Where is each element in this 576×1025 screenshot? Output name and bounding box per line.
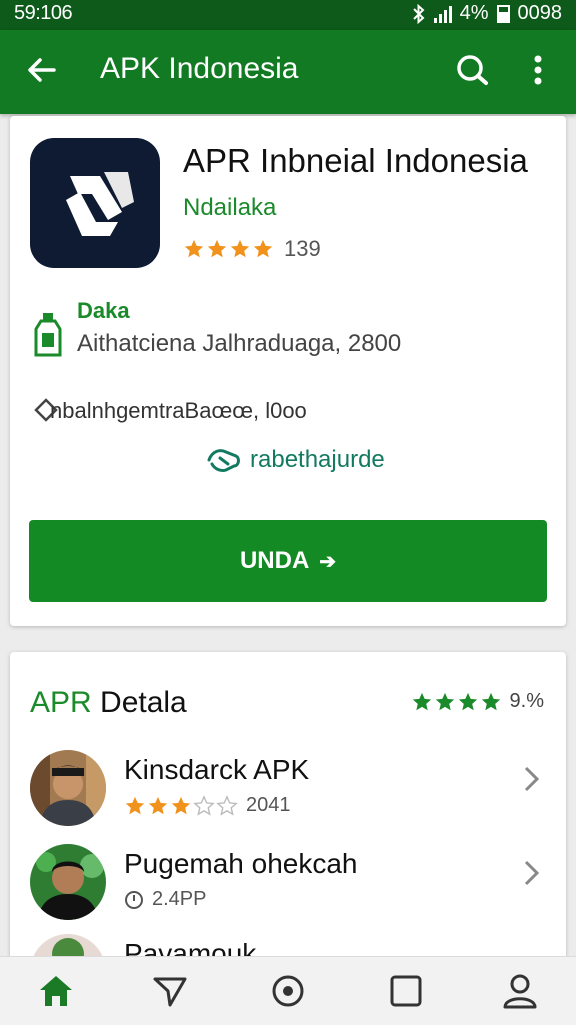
record-icon[interactable] xyxy=(268,971,308,1011)
app-bar-title: APK Indonesia xyxy=(100,52,299,85)
app-rating: 139 xyxy=(183,236,321,262)
app-name: APR Inbneial Indonesia xyxy=(183,142,528,179)
app-logo-icon xyxy=(30,138,160,268)
list-item-meta: 2.4PP xyxy=(124,888,206,911)
details-title-rest: Detala xyxy=(91,686,187,719)
list-item-meta: 2041 xyxy=(124,794,291,817)
app-developer[interactable]: Ndailaka xyxy=(183,194,276,222)
more-vert-icon[interactable] xyxy=(524,50,552,90)
details-title-accent: APR xyxy=(30,686,92,719)
home-icon[interactable] xyxy=(36,971,76,1011)
star-filled-icon xyxy=(171,796,191,814)
website-link[interactable]: rabethajurde xyxy=(206,446,385,474)
battery-percent: 4% xyxy=(459,2,489,24)
chevron-right-icon xyxy=(524,766,540,792)
details-title: APR Detala xyxy=(30,686,187,720)
location-address: Aithatciena Jalhraduaga, 2800 xyxy=(77,330,402,357)
list-item-title: Kinsdarck APK xyxy=(124,754,310,785)
star-filled-icon xyxy=(148,796,168,814)
star-outline-icon xyxy=(216,794,238,816)
handshake-icon xyxy=(207,449,240,472)
arrow-right-icon: ➔ xyxy=(319,550,337,573)
website-link-text[interactable]: rabethajurde xyxy=(250,446,385,474)
clock-icon xyxy=(125,890,143,909)
square-icon[interactable] xyxy=(386,971,426,1011)
app-bar: APK Indonesia xyxy=(0,30,576,114)
download-button-label: UNDA xyxy=(239,547,310,574)
send-icon[interactable] xyxy=(150,971,190,1011)
bottle-icon xyxy=(34,313,62,357)
profile-icon[interactable] xyxy=(500,971,540,1011)
list-item[interactable]: Pugemah ohekcah 2.4PP xyxy=(10,844,566,934)
list-item-meta-text: 2.4PP xyxy=(152,888,207,910)
battery-icon xyxy=(496,4,510,23)
details-card: APR Detala 9.% Kinsdarck APK 2041 Pugema… xyxy=(10,652,566,1010)
bluetooth-icon xyxy=(412,3,425,24)
status-bar: 59:106 4% 0098 xyxy=(0,0,576,30)
avatar xyxy=(30,844,106,920)
star-filled-icon xyxy=(230,239,250,258)
details-rating: 9.% xyxy=(411,690,544,713)
download-button[interactable]: UNDA ➔ xyxy=(29,520,547,602)
bottom-navigation xyxy=(0,956,576,1025)
list-item-meta-text: 2041 xyxy=(246,794,291,816)
star-filled-icon xyxy=(253,239,273,258)
list-item-title: Pugemah ohekcah xyxy=(124,848,358,879)
star-filled-icon xyxy=(458,692,477,710)
star-filled-icon xyxy=(184,239,204,258)
search-icon[interactable] xyxy=(452,50,492,90)
chevron-right-icon xyxy=(524,860,540,886)
avatar xyxy=(30,750,106,826)
info-text: nbalnhgemtraBaœœ, l0oo xyxy=(50,398,307,423)
star-outline-icon xyxy=(193,794,215,816)
details-rating-stars xyxy=(411,691,502,713)
star-filled-icon xyxy=(412,692,431,710)
rating-stars xyxy=(183,238,274,260)
status-clock: 0098 xyxy=(517,2,563,24)
list-item[interactable]: Kinsdarck APK 2041 xyxy=(10,750,566,840)
location-label: Daka xyxy=(77,298,130,323)
app-info-card: APR Inbneial Indonesia Ndailaka 139 Daka… xyxy=(10,116,566,626)
back-arrow-icon[interactable] xyxy=(24,52,60,88)
status-time: 59:106 xyxy=(14,2,73,24)
star-filled-icon xyxy=(207,239,227,258)
rating-count: 139 xyxy=(284,236,321,261)
star-filled-icon xyxy=(481,692,500,710)
list-item-stars xyxy=(124,794,238,817)
star-filled-icon xyxy=(125,796,145,814)
details-rating-percent: 9.% xyxy=(509,690,544,712)
star-filled-icon xyxy=(435,692,454,710)
signal-icon xyxy=(433,5,452,23)
